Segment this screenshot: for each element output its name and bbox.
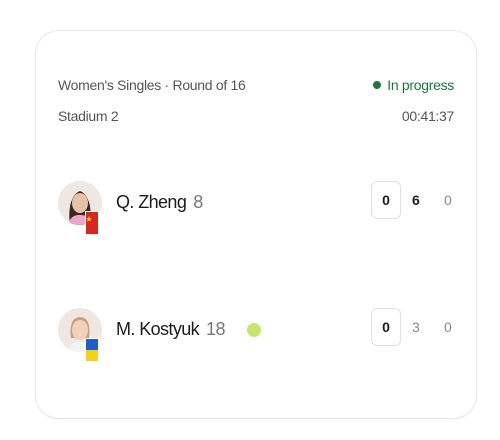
match-status: In progress [373, 77, 454, 93]
china-flag-icon [85, 211, 99, 235]
player-avatar [58, 308, 102, 364]
player-row[interactable]: Q. Zheng 8 0 6 0 [36, 181, 476, 251]
match-card[interactable]: Women's Singles · Round of 16 Stadium 2 … [35, 30, 477, 419]
ukraine-flag-icon [85, 338, 99, 362]
player-seed: 8 [193, 192, 203, 212]
serving-ball-icon [246, 322, 261, 337]
player-name-text: Q. Zheng [116, 192, 187, 212]
current-game-score: 0 [371, 181, 401, 219]
current-game-score: 0 [371, 308, 401, 346]
set-1-score: 3 [412, 319, 420, 335]
player-seed: 18 [206, 319, 225, 339]
player-row[interactable]: M. Kostyuk 18 0 3 0 [36, 308, 476, 378]
event-round-label: Women's Singles · Round of 16 [58, 77, 246, 93]
player-name[interactable]: M. Kostyuk 18 [116, 319, 261, 340]
status-text: In progress [387, 77, 454, 93]
set-2-score: 0 [444, 319, 452, 335]
player-avatar [58, 181, 102, 237]
live-dot-icon [373, 81, 382, 89]
match-elapsed-time: 00:41:37 [401, 108, 454, 124]
set-1-score: 6 [412, 192, 420, 208]
court-label: Stadium 2 [58, 108, 119, 124]
player-name-text: M. Kostyuk [116, 319, 200, 339]
player-name[interactable]: Q. Zheng 8 [116, 192, 203, 213]
set-2-score: 0 [444, 192, 452, 208]
